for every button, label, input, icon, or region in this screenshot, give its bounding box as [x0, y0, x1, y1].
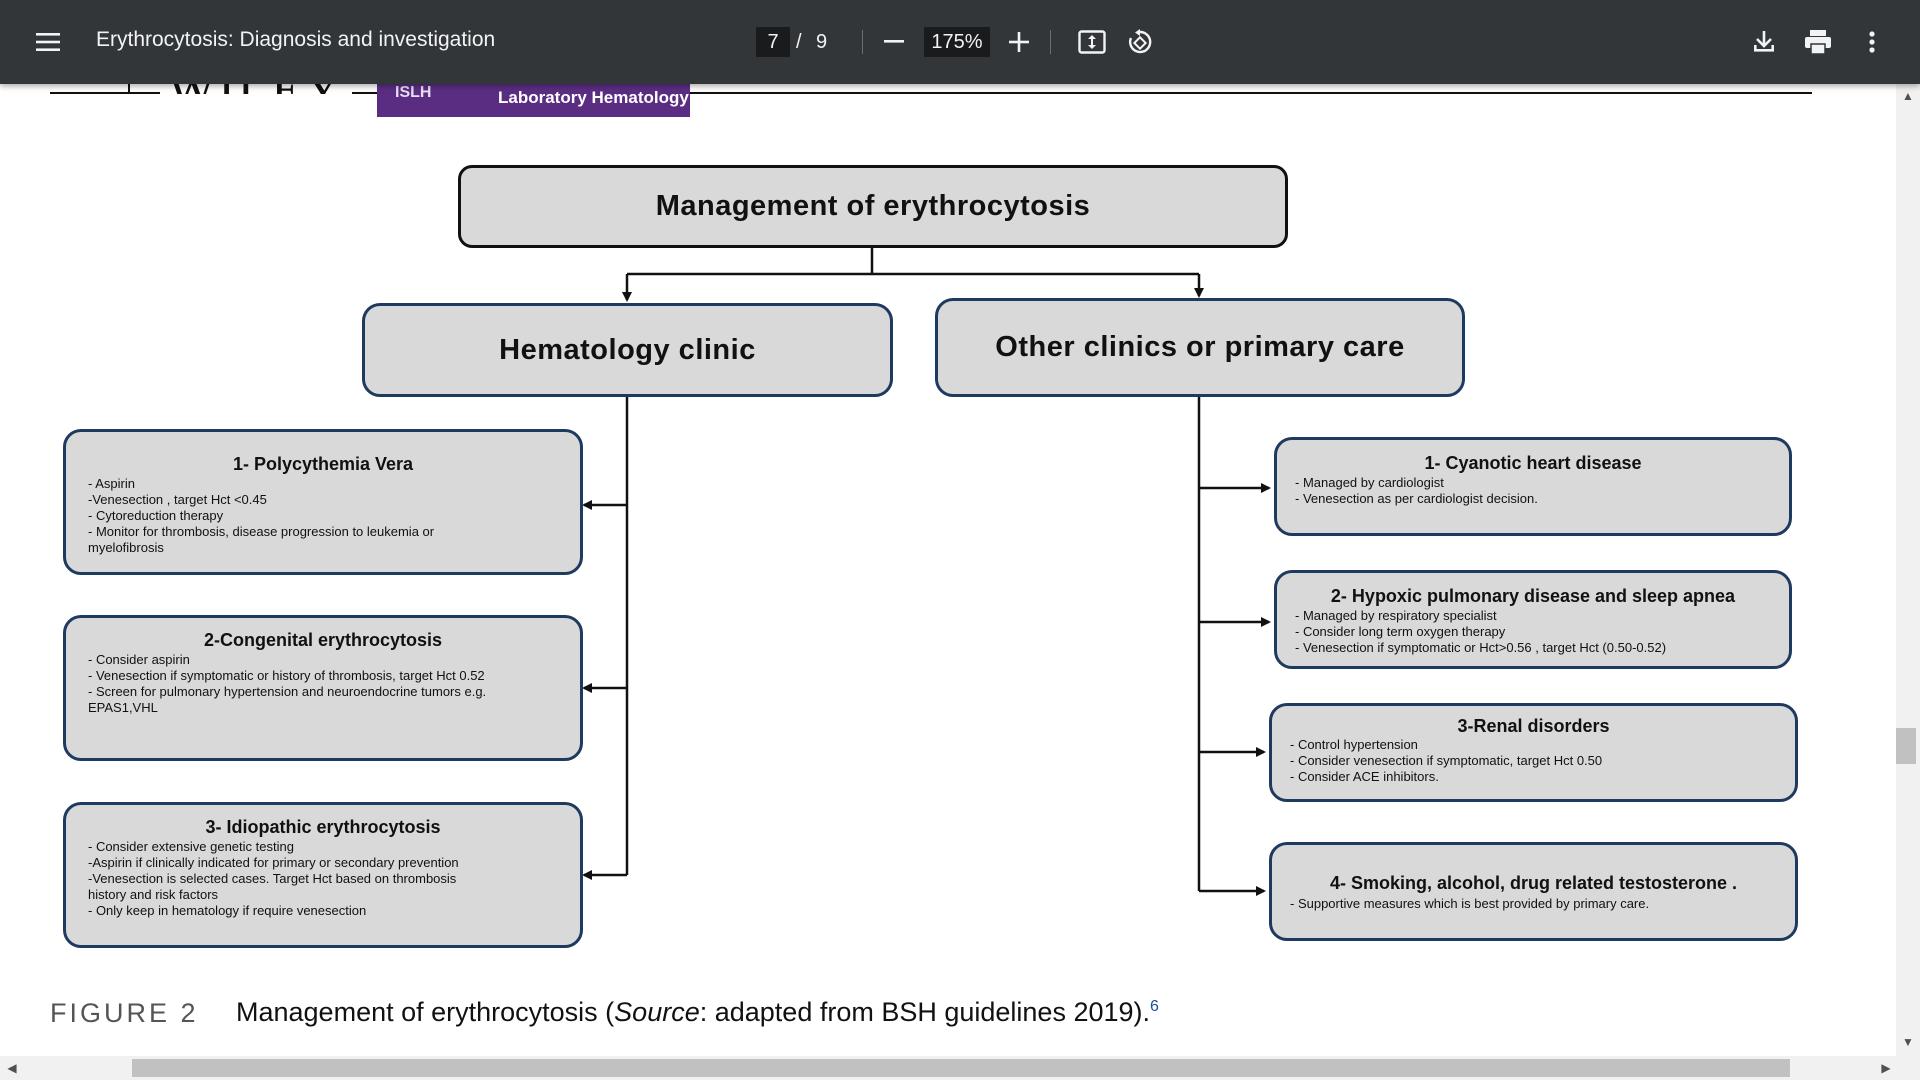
caption-text-end: : adapted from BSH guidelines 2019).	[699, 997, 1151, 1027]
leaf-node-body: - Consider aspirin - Venesection if symp…	[88, 652, 487, 715]
leaf-node-body: - Aspirin -Venesection , target Hct <0.4…	[88, 476, 435, 555]
leaf-node-body: - Control hypertension - Consider venese…	[1290, 737, 1603, 784]
leaf-node-title: 2- Hypoxic pulmonary disease and sleep a…	[1330, 586, 1736, 606]
leaf-node-cyanotic-heart-disease: 1- Cyanotic heart disease - Managed by c…	[1274, 437, 1792, 536]
leaf-node-title: 1- Polycythemia Vera	[232, 454, 414, 474]
document-title: Erythrocytosis: Diagnosis and investigat…	[96, 28, 496, 51]
leaf-node-congenital-erythrocytosis: 2-Congenital erythrocytosis - Consider a…	[63, 615, 583, 761]
leaf-node-body: - Managed by cardiologist - Venesection …	[1295, 475, 1538, 506]
zoom-out-icon[interactable]	[872, 20, 916, 64]
leaf-node-polycythemia-vera: 1- Polycythemia Vera - Aspirin -Venesect…	[63, 429, 583, 575]
leaf-node-title: 3- Idiopathic erythrocytosis	[205, 817, 441, 837]
root-node-title: Management of erythrocytosis	[655, 190, 1091, 222]
page-separator: /	[796, 31, 802, 53]
leaf-node-title: 3-Renal disorders	[1457, 716, 1610, 736]
toolbar-divider	[1050, 30, 1051, 54]
horizontal-scroll-thumb[interactable]	[132, 1059, 1790, 1077]
leaf-node-title: 1- Cyanotic heart disease	[1424, 453, 1642, 473]
figure-label: FIGURE 2	[50, 998, 199, 1028]
zoom-in-icon[interactable]	[997, 20, 1041, 64]
rotate-icon[interactable]	[1118, 20, 1162, 64]
leaf-node-hypoxic-pulmonary-disease: 2- Hypoxic pulmonary disease and sleep a…	[1274, 570, 1792, 669]
figure-caption-text: Management of erythrocytosis (Source: ad…	[236, 997, 1159, 1028]
toolbar-divider	[862, 30, 863, 54]
pdf-toolbar: Erythrocytosis: Diagnosis and investigat…	[0, 0, 1920, 84]
zoom-level-input[interactable]	[924, 27, 990, 57]
root-node: Management of erythrocytosis	[458, 165, 1288, 248]
download-icon[interactable]	[1742, 20, 1786, 64]
leaf-node-renal-disorders: 3-Renal disorders - Control hypertension…	[1269, 703, 1798, 802]
leaf-node-body: - Supportive measures which is best prov…	[1290, 896, 1650, 911]
vertical-scrollbar[interactable]	[1896, 84, 1920, 1056]
menu-icon[interactable]	[26, 20, 70, 64]
leaf-node-title: 4- Smoking, alcohol, drug related testos…	[1329, 873, 1738, 893]
vertical-scroll-thumb[interactable]	[1896, 728, 1916, 764]
figure-caption: FIGURE 2 Management of erythrocytosis (S…	[50, 997, 1159, 1029]
scroll-down-arrow-icon[interactable]: ▼	[1900, 1034, 1916, 1050]
leaf-node-idiopathic-erythrocytosis: 3- Idiopathic erythrocytosis - Consider …	[63, 802, 583, 948]
print-icon[interactable]	[1796, 20, 1840, 64]
more-options-icon[interactable]	[1850, 20, 1894, 64]
page-total: 9	[816, 31, 828, 53]
leaf-node-smoking-alcohol-drug: 4- Smoking, alcohol, drug related testos…	[1269, 842, 1798, 941]
document-viewport[interactable]: WILEY ISLH Laboratory Hematology	[0, 84, 1896, 1056]
scroll-left-arrow-icon[interactable]: ◀	[4, 1060, 20, 1076]
branch-node-title: Other clinics or primary care	[995, 331, 1405, 363]
fit-page-icon[interactable]	[1070, 20, 1114, 64]
leaf-node-title: 2-Congenital erythrocytosis	[203, 630, 443, 650]
leaf-node-body: - Managed by respiratory specialist - Co…	[1295, 608, 1667, 655]
scroll-right-arrow-icon[interactable]: ▶	[1878, 1060, 1894, 1076]
page-number-input[interactable]	[756, 27, 790, 57]
reference-link[interactable]: 6	[1150, 998, 1159, 1015]
branch-node-title: Hematology clinic	[499, 334, 756, 366]
leaf-node-body: - Consider extensive genetic testing -As…	[88, 839, 459, 918]
branch-node-other-clinics: Other clinics or primary care	[935, 298, 1465, 397]
branch-node-hematology: Hematology clinic	[362, 303, 893, 397]
caption-text-start: Management of erythrocytosis (	[236, 997, 615, 1027]
scroll-up-arrow-icon[interactable]: ▲	[1900, 88, 1916, 104]
caption-source-word: Source	[614, 997, 700, 1027]
